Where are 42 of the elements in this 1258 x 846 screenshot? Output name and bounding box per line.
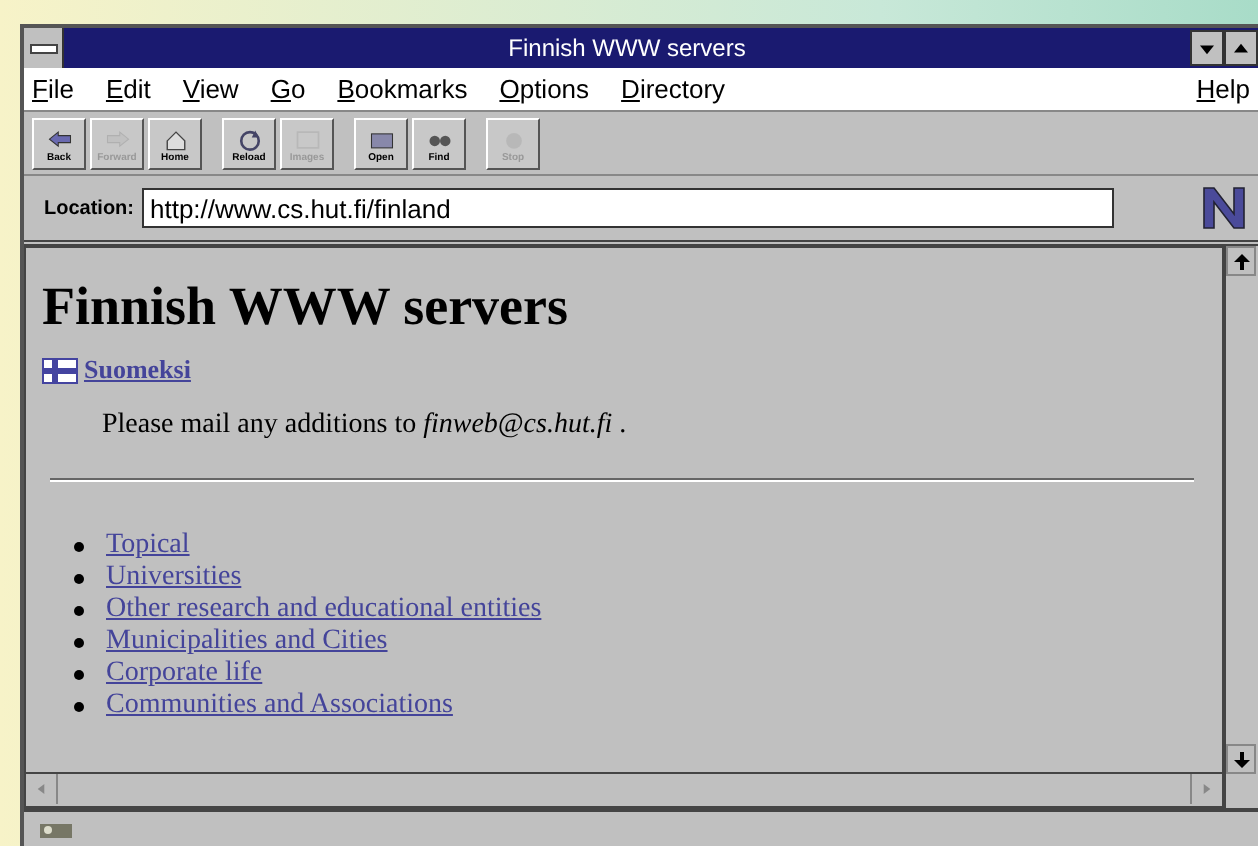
page-heading: Finnish WWW servers — [42, 276, 571, 338]
menu-item[interactable]: View — [182, 74, 239, 104]
bullet-icon — [74, 541, 84, 551]
menu-item[interactable]: Options — [499, 74, 590, 104]
location-field[interactable]: http://www.cs.hut.fi/finland — [142, 188, 1114, 228]
menu-item[interactable]: Bookmarks — [337, 74, 468, 104]
menu-item[interactable]: Help — [1196, 74, 1250, 104]
menu-item[interactable]: Directory — [621, 74, 726, 104]
bullet-icon — [74, 701, 84, 711]
up-triangle-icon — [1234, 41, 1248, 55]
system-menu-button[interactable] — [24, 28, 64, 68]
list-link[interactable]: Topical — [106, 530, 190, 562]
forward-icon — [103, 127, 131, 151]
bullet-icon — [74, 605, 84, 615]
down-arrow-icon — [1233, 751, 1249, 767]
vertical-scrollbar[interactable] — [1224, 246, 1258, 808]
minimize-button[interactable] — [1190, 30, 1224, 66]
flag-icon — [42, 357, 78, 383]
window-title: Finnish WWW servers — [506, 34, 748, 62]
n-logo-icon — [1198, 184, 1250, 232]
down-triangle-icon — [1200, 41, 1214, 55]
location-label: Location: — [44, 197, 134, 219]
home-icon — [161, 127, 189, 151]
bullet-icon — [74, 637, 84, 647]
language-link[interactable]: Suomeksi — [84, 354, 191, 386]
bullet-icon — [74, 669, 84, 679]
menu-item[interactable]: Go — [270, 74, 306, 104]
list-link[interactable]: Municipalities and Cities — [106, 626, 388, 658]
menu-item[interactable]: Edit — [105, 74, 151, 104]
bullet-icon — [74, 573, 84, 583]
back-icon — [45, 127, 73, 151]
open-icon — [367, 127, 395, 151]
key-icon — [40, 819, 72, 839]
mail-note: Please mail any additions to finweb@cs.hut.fi . — [102, 410, 629, 442]
list-link[interactable]: Corporate life — [106, 658, 263, 690]
reload-icon — [235, 127, 263, 151]
menu-item[interactable]: File — [32, 74, 74, 104]
list-link[interactable]: Other research and educational entities — [106, 594, 542, 626]
maximize-button[interactable] — [1224, 30, 1258, 66]
list-link[interactable]: Universities — [106, 562, 242, 594]
up-arrow-icon — [1233, 253, 1249, 269]
list-link[interactable]: Communities and Associations — [106, 690, 453, 722]
